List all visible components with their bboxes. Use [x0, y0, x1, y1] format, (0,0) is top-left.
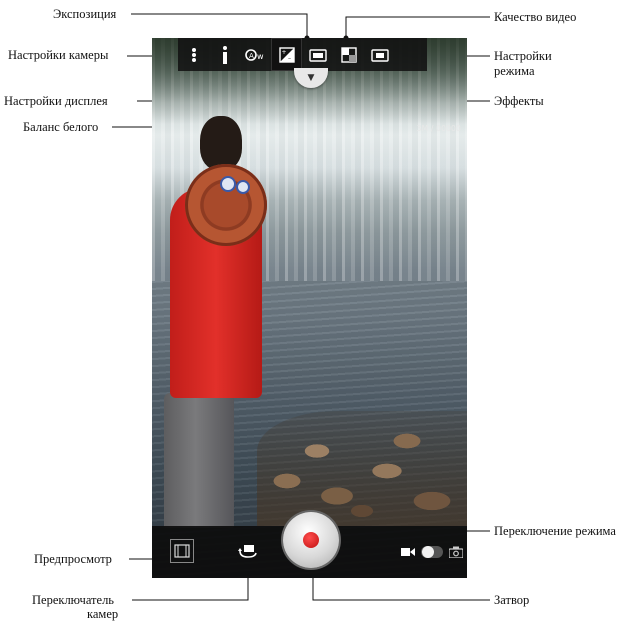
display-settings-button[interactable] [209, 38, 240, 71]
callout-mode-settings-line1: Настройки [494, 49, 552, 63]
mode-settings-button[interactable] [364, 38, 395, 71]
top-toolbar: A w + – [178, 38, 427, 71]
callout-camera-switcher-line1: Переключатель [32, 593, 115, 607]
person-head [200, 116, 242, 170]
rocks-background [257, 411, 467, 526]
svg-text:–: – [288, 55, 291, 62]
film-frame-icon [174, 544, 190, 558]
callout-camera-switcher-line2: камер [87, 607, 119, 621]
mode-settings-icon [370, 48, 389, 62]
person-legs [164, 393, 234, 528]
effects-button[interactable] [333, 38, 364, 71]
shutter-button[interactable] [283, 512, 339, 568]
white-balance-auto-icon: A w [244, 48, 264, 61]
callout-effects: Эффекты [494, 94, 544, 108]
callout-shutter: Затвор [494, 593, 530, 607]
switch-camera-button[interactable] [236, 539, 260, 563]
mode-toggle-track[interactable] [421, 546, 443, 558]
record-dot-icon [303, 532, 319, 548]
info-icon [222, 45, 227, 64]
bottom-bar [152, 512, 467, 578]
svg-text:A: A [249, 52, 254, 60]
svg-text:w: w [257, 52, 264, 61]
callout-white-balance: Баланс белого [23, 120, 99, 134]
preview-button[interactable] [170, 539, 194, 563]
mode-toggle-knob[interactable] [422, 546, 434, 558]
callout-exposure: Экспозиция [53, 7, 117, 21]
vertical-dots-icon [191, 47, 196, 62]
svg-text:+: + [281, 49, 286, 56]
white-balance-button[interactable]: A w [240, 38, 271, 71]
camera-switch-icon [238, 545, 257, 558]
camera-settings-button[interactable] [178, 38, 209, 71]
exposure-icon: + – [278, 46, 295, 63]
camera-viewfinder[interactable]: 3M / 00000 A w + – ▼ [152, 38, 467, 578]
hat-badge [236, 180, 250, 194]
video-quality-button[interactable] [302, 38, 333, 71]
photo-camera-icon [449, 546, 463, 558]
mode-switch[interactable] [401, 543, 463, 561]
callout-display-settings: Настройки дисплея [4, 94, 108, 108]
callout-preview: Предпросмотр [34, 552, 112, 566]
callout-video-quality: Качество видео [494, 10, 577, 24]
video-quality-icon [308, 48, 327, 62]
effects-icon [340, 46, 357, 63]
video-camera-icon [401, 548, 415, 556]
callout-mode-settings-line2: режима [494, 64, 535, 78]
chevron-down-icon: ▼ [307, 73, 315, 83]
callout-mode-switch: Переключение режима [494, 524, 616, 538]
exposure-button[interactable]: + – [271, 38, 302, 71]
resolution-counter: 3M / 00000 [416, 124, 461, 133]
callout-camera-settings: Настройки камеры [8, 48, 109, 62]
hat-badge [220, 176, 236, 192]
